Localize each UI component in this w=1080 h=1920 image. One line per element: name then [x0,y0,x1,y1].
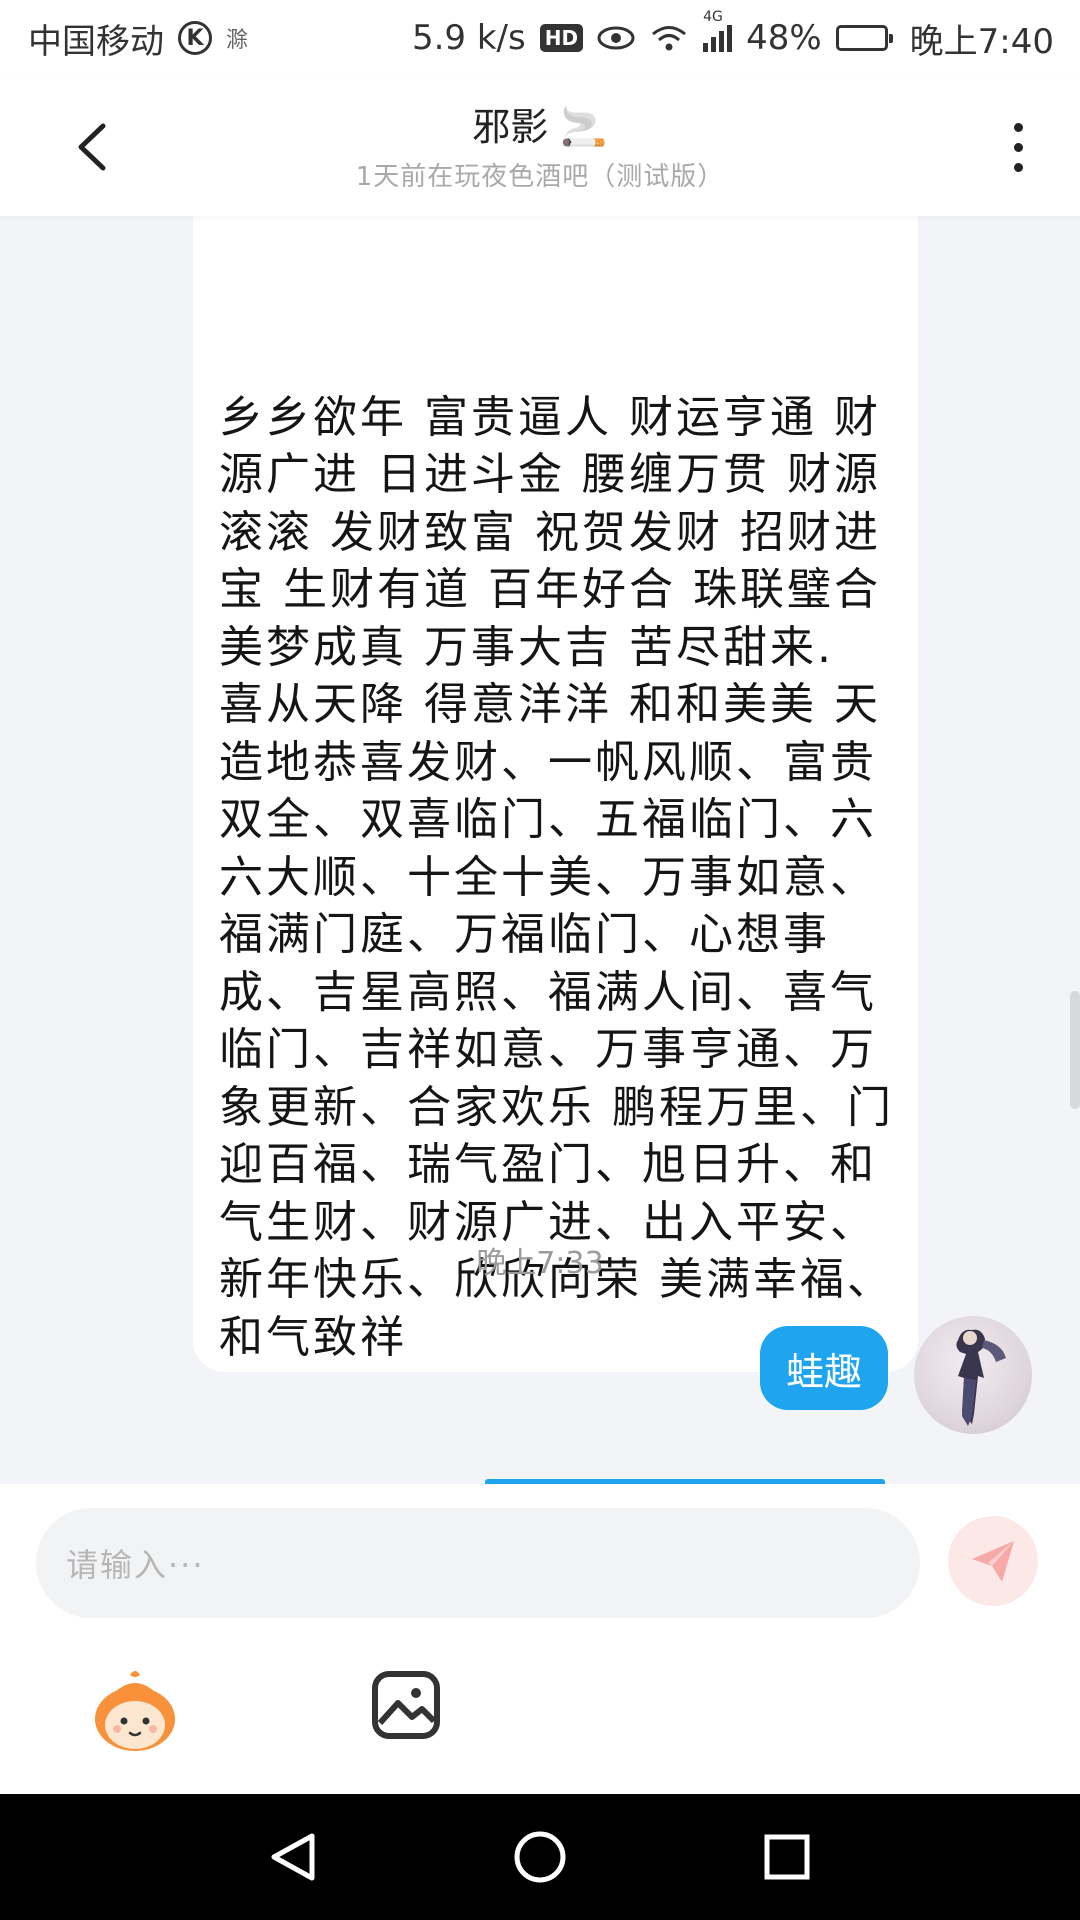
circle-home-icon [514,1831,566,1883]
message-input-placeholder: 请输入··· [66,1546,205,1584]
wifi-icon [652,26,687,51]
message-input[interactable]: 请输入··· [36,1508,920,1618]
emoji-button[interactable] [90,1667,180,1757]
contact-name: 邪影 🚬 [0,96,1080,151]
triangle-back-icon [271,1833,315,1881]
contact-status: 1天前在玩夜色酒吧（测试版） [355,162,725,192]
emoji-face-icon [95,1671,175,1751]
network-speed: 5.9 k/s [411,18,526,58]
incoming-message-bubble[interactable]: 乡乡欲年 富贵逼人 财运亨通 财源广进 日进斗金 腰缠万贯 财源滚滚 发财致富 … [193,216,918,1372]
cigarette-emoji: 🚬 [560,105,608,149]
nav-back-button[interactable] [258,1822,328,1892]
nav-home-button[interactable] [505,1822,575,1892]
square-recent-icon [764,1834,810,1880]
signal-icon: 4G [703,9,733,52]
chat-screen: 中国移动 K 滁 5.9 k/s HD 4G 48% 晚上7:40 邪影 🚬 1… [0,0,1080,1920]
battery-percent: 48% [746,18,822,58]
more-options-button[interactable] [998,112,1038,182]
outgoing-message-text: 蛙趣 [785,1349,862,1394]
carrier-name: 中国移动 [28,21,164,62]
outgoing-message-bubble[interactable]: 蛙趣 [759,1326,888,1410]
avatar-figure-icon [956,1329,1006,1426]
chat-header: 邪影 🚬 1天前在玩夜色酒吧（测试版） [0,76,1080,216]
image-icon [372,1671,440,1739]
user-avatar[interactable] [914,1316,1032,1434]
status-left: 中国移动 K 滁 [28,14,248,63]
nav-recent-button[interactable] [752,1822,822,1892]
status-right: 5.9 k/s HD 4G 48% 晚上7:40 [411,9,1054,63]
battery-icon [835,25,893,51]
carrier-k-icon: K [178,21,212,55]
more-vertical-icon [1013,122,1023,132]
message-list[interactable]: 乡乡欲年 富贵逼人 财运亨通 财源广进 日进斗金 腰缠万贯 财源滚滚 发财致富 … [0,216,1080,1484]
hd-icon: HD [539,24,584,52]
send-button[interactable] [948,1516,1038,1606]
message-timestamp: 晚上7:33 [476,1246,604,1281]
notification-icon: 滁 [226,28,249,53]
system-nav-bar [0,1794,1080,1920]
status-bar: 中国移动 K 滁 5.9 k/s HD 4G 48% 晚上7:40 [0,0,1080,76]
input-panel: 请输入··· [0,1484,1080,1794]
incoming-message-text: 乡乡欲年 富贵逼人 财运亨通 财源广进 日进斗金 腰缠万贯 财源滚滚 发财致富 … [219,391,894,1363]
clock: 晚上7:40 [909,21,1054,62]
network-type: 4G [703,8,723,25]
contact-name-text: 邪影 [472,105,549,149]
paper-plane-icon [972,1541,1014,1582]
image-button[interactable] [370,1669,442,1741]
eye-icon [597,26,635,50]
scroll-indicator[interactable] [1070,991,1080,1109]
